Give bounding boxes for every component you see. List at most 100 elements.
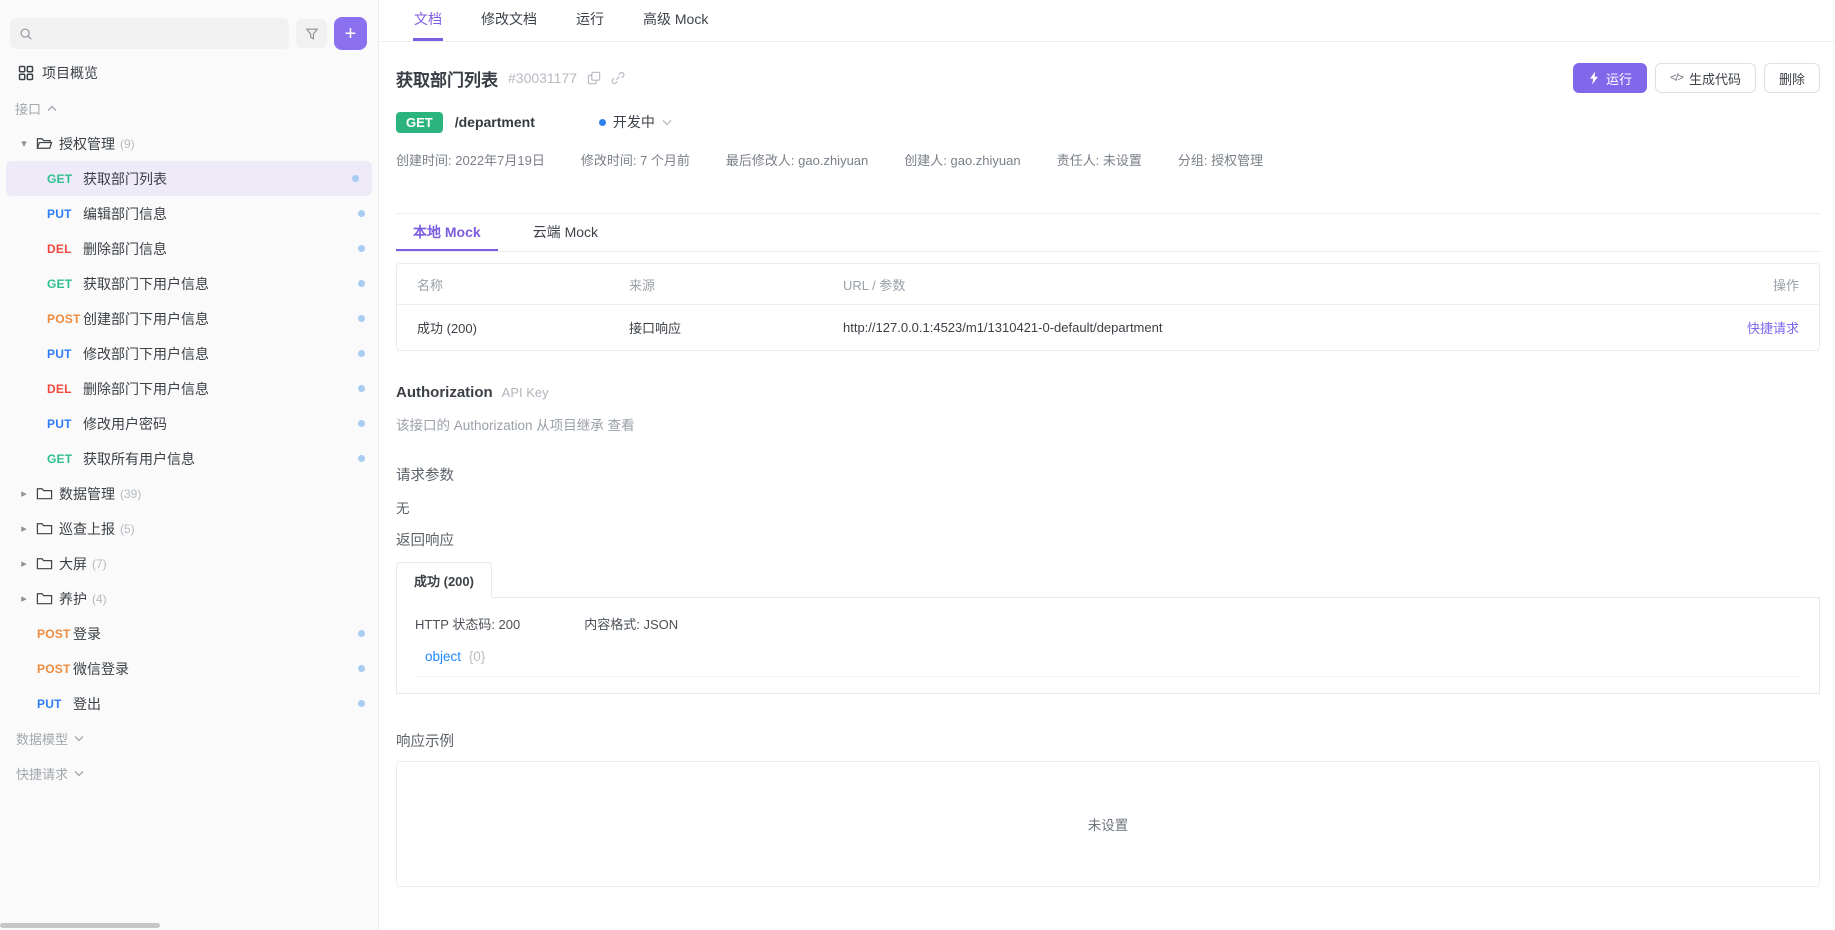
chevron-down-icon xyxy=(662,119,672,126)
authorization-header: Authorization API Key xyxy=(396,384,1820,401)
api-name: 修改部门下用户信息 xyxy=(83,344,209,364)
meta-created-time: 创建时间: 2022年7月19日 xyxy=(396,150,545,169)
method-label: PUT xyxy=(37,697,73,711)
folder-open-icon xyxy=(36,136,53,151)
sidebar-item-api[interactable]: GET 获取所有用户信息 xyxy=(0,441,378,476)
doc-tabbar: 文档 修改文档 运行 高级 Mock xyxy=(379,0,1835,42)
link-icon[interactable] xyxy=(611,71,625,85)
quick-request-link[interactable]: 快捷请求 xyxy=(1747,321,1799,336)
copy-icon[interactable] xyxy=(587,71,601,85)
sidebar-item-api[interactable]: GET 获取部门下用户信息 xyxy=(0,266,378,301)
folder-name: 巡查上报 xyxy=(59,519,115,539)
unsynced-dot-icon xyxy=(352,175,359,182)
api-name: 微信登录 xyxy=(73,659,129,679)
quick-requests-label: 快捷请求 xyxy=(16,764,68,783)
sidebar-item-api[interactable]: POST 创建部门下用户信息 xyxy=(0,301,378,336)
sidebar-item-api[interactable]: PUT 修改用户密码 xyxy=(0,406,378,441)
tab-local-mock[interactable]: 本地 Mock xyxy=(396,214,498,251)
api-id: #30031177 xyxy=(508,70,577,86)
sidebar-item-api[interactable]: PUT 修改部门下用户信息 xyxy=(0,336,378,371)
api-name: 编辑部门信息 xyxy=(83,204,167,224)
response-status-row: HTTP 状态码: 200 内容格式: JSON xyxy=(415,614,1801,633)
tab-docs[interactable]: 文档 xyxy=(413,0,443,41)
table-row: 成功 (200) 接口响应 http://127.0.0.1:4523/m1/1… xyxy=(397,305,1819,350)
unsynced-dot-icon xyxy=(358,455,365,462)
tab-run[interactable]: 运行 xyxy=(575,0,605,41)
sidebar-folder[interactable]: ▸ 巡查上报 (5) xyxy=(0,511,378,546)
schema-object-link[interactable]: object xyxy=(425,649,461,664)
mock-tabbar: 本地 Mock 云端 Mock xyxy=(396,214,1820,252)
caret-right-icon: ▸ xyxy=(18,592,30,605)
tab-edit-docs[interactable]: 修改文档 xyxy=(480,0,538,41)
sidebar-section-data-models[interactable]: 数据模型 xyxy=(0,721,378,756)
mock-table-header-row: 名称 来源 URL / 参数 操作 xyxy=(397,264,1819,305)
mock-source-cell: 接口响应 xyxy=(609,305,823,350)
schema-count: {0} xyxy=(469,649,486,664)
api-name: 修改用户密码 xyxy=(83,414,167,434)
run-button[interactable]: 运行 xyxy=(1573,63,1647,93)
generate-code-button[interactable]: </> 生成代码 xyxy=(1655,63,1756,93)
tab-response-success[interactable]: 成功 (200) xyxy=(396,562,492,598)
method-label: GET xyxy=(47,277,83,291)
sidebar-section-quick-requests[interactable]: 快捷请求 xyxy=(0,756,378,791)
code-icon: </> xyxy=(1670,72,1683,84)
delete-button[interactable]: 删除 xyxy=(1764,63,1820,93)
unsynced-dot-icon xyxy=(358,315,365,322)
sidebar: + 项目概览 接口 ▾ xyxy=(0,0,379,930)
view-link[interactable]: 查看 xyxy=(608,418,635,433)
add-button[interactable]: + xyxy=(334,17,367,50)
api-name: 获取部门列表 xyxy=(83,169,167,189)
status-select[interactable]: 开发中 xyxy=(599,112,672,132)
response-heading: 返回响应 xyxy=(396,529,1820,550)
status-dot-icon xyxy=(599,119,606,126)
doc-header: 获取部门列表 #30031177 xyxy=(396,62,1820,94)
sidebar-item-api[interactable]: DEL 删除部门下用户信息 xyxy=(0,371,378,406)
search-input[interactable] xyxy=(39,26,280,41)
sidebar-item-api[interactable]: POST 登录 xyxy=(0,616,378,651)
filter-button[interactable] xyxy=(296,19,327,48)
title-group: 获取部门列表 #30031177 xyxy=(396,66,625,91)
sidebar-item-project-overview[interactable]: 项目概览 xyxy=(0,55,378,90)
unsynced-dot-icon xyxy=(358,350,365,357)
generate-code-label: 生成代码 xyxy=(1689,69,1741,88)
api-name: 删除部门下用户信息 xyxy=(83,379,209,399)
folder-icon xyxy=(36,591,53,606)
doc-content: 获取部门列表 #30031177 xyxy=(379,62,1835,887)
sidebar-item-api[interactable]: PUT 编辑部门信息 xyxy=(0,196,378,231)
api-name: 获取部门下用户信息 xyxy=(83,274,209,294)
tab-cloud-mock[interactable]: 云端 Mock xyxy=(516,214,615,251)
sidebar-folder-auth[interactable]: ▾ 授权管理 (9) xyxy=(0,126,378,161)
api-name: 获取所有用户信息 xyxy=(83,449,195,469)
sidebar-section-api[interactable]: 接口 xyxy=(0,90,378,126)
folder-count: (7) xyxy=(92,557,107,571)
search-box[interactable] xyxy=(10,18,289,49)
action-buttons: 运行 </> 生成代码 删除 xyxy=(1573,63,1820,93)
folder-count: (5) xyxy=(120,522,135,536)
folder-count: (9) xyxy=(120,137,135,151)
sidebar-item-api[interactable]: POST 微信登录 xyxy=(0,651,378,686)
caret-right-icon: ▸ xyxy=(18,522,30,535)
mock-url-cell: http://127.0.0.1:4523/m1/1310421-0-defau… xyxy=(823,305,1709,350)
horizontal-scrollbar[interactable] xyxy=(0,923,160,928)
unsynced-dot-icon xyxy=(358,630,365,637)
caret-right-icon: ▸ xyxy=(18,557,30,570)
sidebar-folder[interactable]: ▸ 大屏 (7) xyxy=(0,546,378,581)
folder-count: (39) xyxy=(120,487,141,501)
sidebar-folder[interactable]: ▸ 养护 (4) xyxy=(0,581,378,616)
request-params-heading: 请求参数 xyxy=(396,464,1820,485)
column-header-action: 操作 xyxy=(1709,264,1819,305)
tab-advanced-mock[interactable]: 高级 Mock xyxy=(642,0,709,41)
sidebar-item-api[interactable]: PUT 登出 xyxy=(0,686,378,721)
method-label: GET xyxy=(47,452,83,466)
schema-row: object {0} xyxy=(415,649,1801,664)
meta-last-modifier: 最后修改人: gao.zhiyuan xyxy=(726,150,868,169)
authorization-description: 该接口的 Authorization 从项目继承 查看 xyxy=(396,414,1820,434)
api-name: 登录 xyxy=(73,624,101,644)
unsynced-dot-icon xyxy=(358,210,365,217)
section-api-label: 接口 xyxy=(15,99,41,118)
sidebar-item-api[interactable]: GET 获取部门列表 xyxy=(6,161,372,196)
api-name: 登出 xyxy=(73,694,101,714)
sidebar-folder[interactable]: ▸ 数据管理 (39) xyxy=(0,476,378,511)
folder-name: 授权管理 xyxy=(59,134,115,154)
sidebar-item-api[interactable]: DEL 删除部门信息 xyxy=(0,231,378,266)
